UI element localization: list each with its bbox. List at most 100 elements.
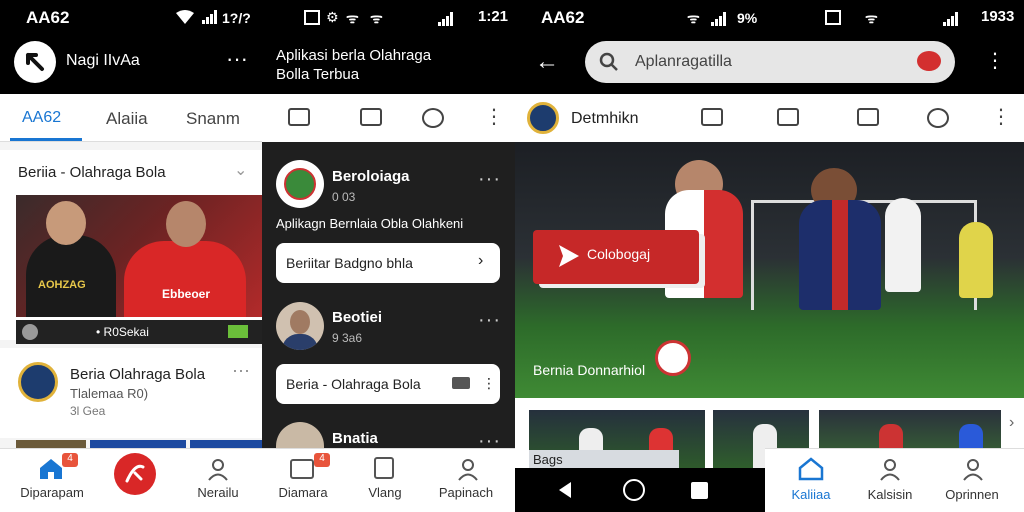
app-header: Aplikasi berla Olahraga Bolla Terbua bbox=[262, 36, 515, 94]
action-bar: ⋮ bbox=[262, 94, 515, 142]
header-title: Aplikasi berla Olahraga Bolla Terbua bbox=[276, 47, 432, 83]
tab-home[interactable]: AA62 bbox=[22, 109, 61, 127]
status-time: AA62 bbox=[26, 8, 70, 27]
search-input[interactable]: Aplanragatilla bbox=[585, 41, 955, 83]
player-red-shirt bbox=[124, 241, 246, 317]
chevron-down-icon[interactable]: ⌄ bbox=[234, 160, 247, 180]
message-icon[interactable] bbox=[288, 108, 310, 126]
notification-icon bbox=[304, 10, 320, 25]
avatar bbox=[276, 302, 324, 350]
app-logo-icon[interactable] bbox=[14, 41, 56, 83]
profile-icon[interactable] bbox=[206, 457, 230, 486]
more-vertical-icon[interactable]: ⋮ bbox=[985, 48, 1005, 73]
home-circle-icon[interactable] bbox=[623, 479, 645, 501]
left-screen: AA62 1?/? Nagi IIvAa ··· AA62 Alaiia Sna… bbox=[0, 0, 262, 512]
item-subtitle: 9 3a6 bbox=[332, 331, 363, 345]
news-item[interactable]: Beria Olahraga Bola Tlalemaa R0) 3l Gea … bbox=[0, 348, 262, 438]
more-vertical-icon[interactable]: ⋮ bbox=[484, 104, 504, 129]
nav-label-home[interactable]: Diparapam bbox=[7, 485, 97, 500]
profile-icon[interactable] bbox=[878, 457, 902, 486]
chevron-right-icon: › bbox=[478, 252, 484, 269]
status-time: 1:21 bbox=[478, 8, 509, 25]
recents-square-icon[interactable] bbox=[691, 482, 708, 499]
shirt-text-2: Ebbeoer bbox=[162, 287, 211, 301]
featured-image[interactable]: AOHZAG Ebbeoer bbox=[16, 195, 262, 317]
back-triangle-icon[interactable] bbox=[555, 480, 575, 500]
avatar-face bbox=[290, 310, 310, 334]
home-icon[interactable] bbox=[38, 457, 64, 486]
account-icon[interactable] bbox=[961, 457, 985, 486]
more-icon[interactable]: ··· bbox=[226, 46, 248, 72]
nav-label-tv[interactable]: Diamara bbox=[262, 485, 348, 500]
nav-label-profile[interactable]: Nerailu bbox=[173, 485, 262, 500]
header-title: Nagi IIvAa bbox=[66, 52, 140, 69]
nav-label-account[interactable]: Oprinnen bbox=[927, 487, 1017, 502]
tab-third[interactable]: Snanm bbox=[186, 109, 240, 129]
hero-image[interactable]: Colobogaj Bernia Donnarhiol bbox=[515, 142, 1024, 398]
nav-label-people[interactable]: Papinach bbox=[421, 485, 511, 500]
tablet-icon[interactable] bbox=[857, 108, 879, 126]
chevron-right-icon[interactable]: › bbox=[1009, 414, 1014, 432]
nav-label-list[interactable]: Vlang bbox=[340, 485, 430, 500]
signal-icon-2 bbox=[943, 11, 959, 31]
wifi-icon: ᯤ bbox=[687, 10, 700, 26]
chat-icon[interactable] bbox=[360, 108, 382, 126]
nav-label-profile[interactable]: Kalsisin bbox=[845, 487, 935, 502]
list-icon[interactable] bbox=[374, 457, 394, 479]
play-icon bbox=[559, 245, 579, 267]
thumb-label-strip: Bags bbox=[529, 450, 679, 468]
tv-icon[interactable] bbox=[290, 459, 314, 479]
featured-card[interactable]: Beriia - Olahraga Bola ⌄ AOHZAG Ebbeoer … bbox=[0, 150, 262, 344]
wifi-icon bbox=[176, 10, 194, 24]
news-time: 3l Gea bbox=[70, 404, 106, 418]
tab-indicator bbox=[10, 138, 82, 141]
back-arrow-icon[interactable]: ← bbox=[535, 48, 559, 76]
notification-badge: 4 bbox=[314, 453, 330, 467]
player-dark-shirt bbox=[26, 235, 116, 317]
search-header: ← Aplanragatilla ⋮ bbox=[515, 36, 1024, 94]
news-title: Beria Olahraga Bola bbox=[70, 366, 206, 383]
caption-strip: • R0Sekai bbox=[16, 320, 262, 344]
nav-label-home[interactable]: Kaliiaa bbox=[766, 487, 856, 502]
bottom-nav: 4 Diparapam Nerailu bbox=[0, 448, 262, 512]
hero-banner[interactable]: Colobogaj bbox=[533, 230, 699, 284]
center-action-button[interactable] bbox=[114, 453, 156, 495]
chat-icon[interactable] bbox=[777, 108, 799, 126]
signal-icon bbox=[202, 10, 218, 24]
thumbnail[interactable]: Bags bbox=[529, 410, 705, 468]
item-link-button[interactable]: Beriitar Badgno bhla › bbox=[276, 243, 500, 283]
message-icon[interactable] bbox=[701, 108, 723, 126]
more-icon[interactable]: ··· bbox=[478, 309, 501, 332]
share-icon[interactable] bbox=[927, 108, 949, 128]
link-label: Beriitar Badgno bhla bbox=[286, 255, 413, 271]
avatar-body bbox=[282, 334, 318, 350]
item-title: Bnatia bbox=[332, 430, 378, 447]
settings-small-icon: ⚙ bbox=[326, 9, 339, 25]
player-head-2 bbox=[166, 201, 206, 247]
item-title: Beotiei bbox=[332, 309, 383, 326]
more-vertical-icon[interactable]: ⋮ bbox=[991, 104, 1011, 129]
battery-percent: 9% bbox=[737, 10, 758, 26]
more-icon[interactable]: ··· bbox=[232, 360, 250, 381]
mic-icon[interactable] bbox=[917, 51, 941, 71]
thumb-label: Bags bbox=[533, 452, 563, 467]
wifi-icon-2: ᯤ bbox=[865, 10, 878, 26]
share-icon[interactable] bbox=[422, 108, 444, 128]
home-icon[interactable] bbox=[798, 457, 824, 486]
status-time: AA62 bbox=[541, 8, 585, 27]
item-link-button[interactable]: Beria - Olahraga Bola ⋮ bbox=[276, 364, 500, 404]
avatar bbox=[276, 160, 324, 208]
right-screen: AA62 ᯤ 9% ᯤ 1933 ← Aplanragatilla ⋮ Detm… bbox=[515, 0, 1024, 512]
more-icon[interactable]: ··· bbox=[478, 168, 501, 191]
expand-icon[interactable]: ⋮ bbox=[482, 375, 496, 392]
item-subtitle: 0 03 bbox=[332, 190, 356, 204]
shirt-text: AOHZAG bbox=[38, 279, 86, 291]
people-icon[interactable] bbox=[456, 457, 480, 486]
flag-icon bbox=[228, 325, 248, 338]
wifi-icon: ᯤ bbox=[346, 10, 359, 26]
status-time-right: 1933 bbox=[981, 8, 1015, 25]
toggle-icon[interactable] bbox=[452, 377, 470, 389]
news-subtitle: Tlalemaa R0) bbox=[70, 386, 149, 401]
android-nav bbox=[515, 468, 765, 512]
tab-second[interactable]: Alaiia bbox=[106, 109, 148, 129]
